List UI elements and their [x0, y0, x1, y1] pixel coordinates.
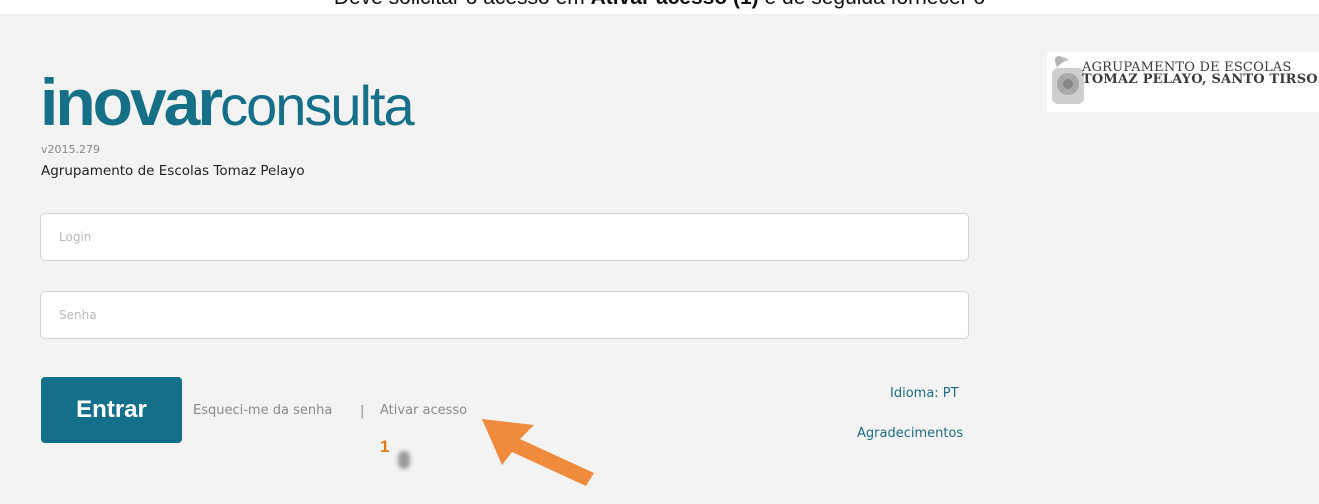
caption-suffix: e de seguida fornecer o — [759, 0, 986, 9]
forgot-password-link[interactable]: Esqueci-me da senha — [193, 403, 332, 418]
activate-access-link[interactable]: Ativar acesso — [380, 403, 467, 418]
password-input[interactable] — [40, 291, 969, 339]
caption-prefix: Deve solicitar o acesso em — [334, 0, 591, 9]
school-logo-line2: TOMAZ PELAYO, SANTO TIRSO — [1082, 72, 1318, 87]
acknowledgements-link[interactable]: Agradecimentos — [857, 426, 963, 441]
annotation-arrow-icon — [482, 419, 594, 486]
school-emblem-icon — [1052, 56, 1084, 104]
login-input[interactable] — [40, 213, 969, 261]
app-version: v2015.279 — [41, 143, 100, 156]
annotation-marker: 1 — [380, 437, 390, 456]
instruction-caption: Deve solicitar o acesso em Ativar acesso… — [0, 0, 1319, 10]
caption-highlight: Ativar acesso (1) — [591, 0, 759, 9]
school-logo: AGRUPAMENTO DE ESCOLAS TOMAZ PELAYO, SAN… — [1047, 52, 1319, 112]
app-logo-bold: inovar — [40, 65, 223, 139]
language-link[interactable]: Idioma: PT — [890, 386, 959, 401]
login-button[interactable]: Entrar — [41, 377, 182, 443]
link-separator: | — [360, 404, 365, 419]
app-logo-light: consulta — [220, 74, 415, 137]
cursor-blur — [398, 451, 410, 469]
organization-name: Agrupamento de Escolas Tomaz Pelayo — [41, 163, 305, 179]
app-logo: inovarconsulta — [40, 64, 415, 148]
